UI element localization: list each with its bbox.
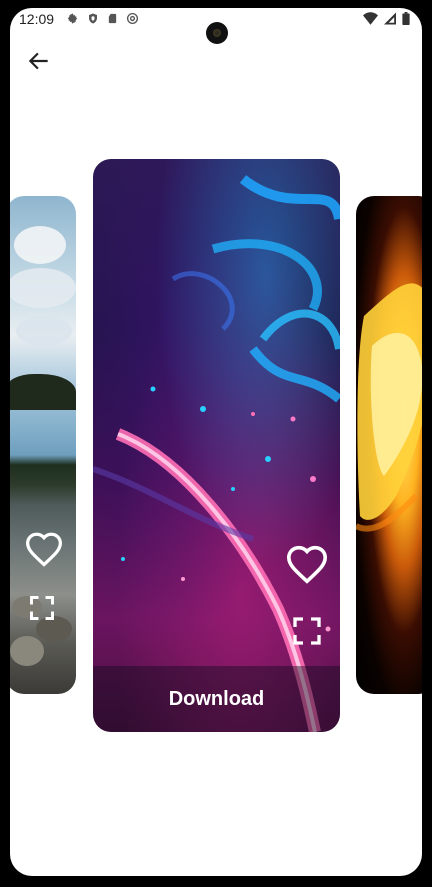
sd-card-icon	[108, 13, 117, 24]
gear-icon	[67, 13, 78, 24]
fullscreen-icon[interactable]	[291, 615, 323, 647]
at-sign-icon	[126, 12, 139, 25]
wallpaper-card-neon[interactable]: Download	[93, 159, 340, 732]
app-screen: 12:09 Download	[10, 8, 422, 876]
heart-outline-icon[interactable]	[285, 544, 329, 584]
status-time: 12:09	[19, 11, 55, 27]
wifi-icon	[363, 12, 378, 25]
back-button[interactable]	[26, 48, 52, 74]
tree-line	[10, 374, 76, 410]
fire-artwork	[356, 283, 422, 532]
status-icons-left	[66, 12, 139, 25]
shield-icon	[89, 13, 97, 24]
device-frame: 12:09 Download	[0, 0, 432, 887]
wallpaper-card-lake[interactable]	[10, 196, 76, 694]
wallpaper-card-fire[interactable]	[356, 196, 422, 694]
cloud	[16, 316, 72, 346]
front-camera	[206, 22, 228, 44]
battery-icon	[402, 12, 410, 25]
cloud	[10, 268, 76, 308]
download-button[interactable]: Download	[93, 666, 340, 732]
arrow-left-icon	[28, 52, 48, 70]
fullscreen-icon[interactable]	[28, 594, 56, 622]
cell-signal-icon	[384, 12, 396, 25]
cloud	[14, 226, 66, 264]
rock	[10, 636, 44, 666]
status-icons-right	[363, 12, 410, 25]
heart-outline-icon[interactable]	[24, 531, 64, 567]
download-label: Download	[168, 687, 265, 710]
